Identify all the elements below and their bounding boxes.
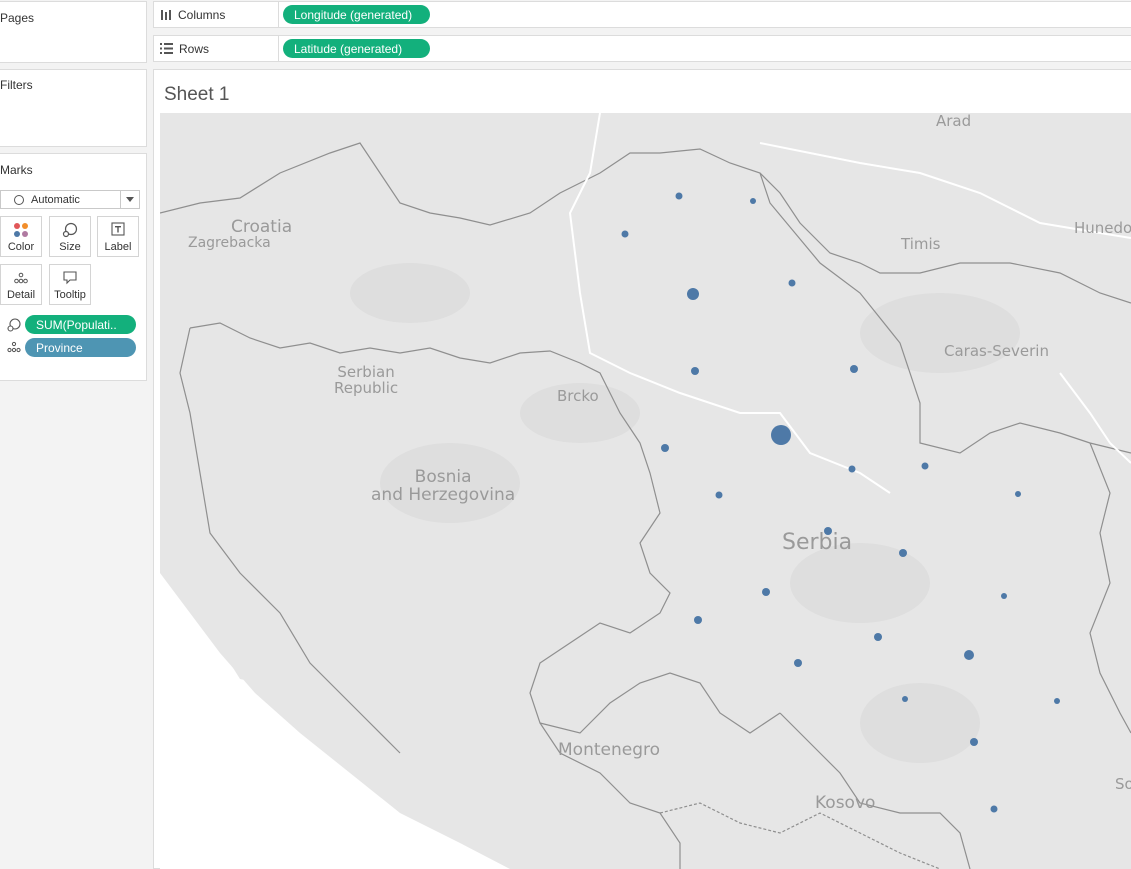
detail-button[interactable]: Detail (0, 264, 42, 305)
color-icon (1, 222, 41, 238)
tooltip-icon (50, 270, 90, 286)
province-mark[interactable] (964, 650, 974, 660)
province-mark[interactable] (715, 491, 723, 499)
tooltip-button[interactable]: Tooltip (49, 264, 91, 305)
detail-field-pill[interactable]: Province (25, 338, 136, 357)
rows-shelf[interactable]: Rows Latitude (generated) (153, 35, 1131, 62)
color-label: Color (7, 241, 35, 253)
size-button[interactable]: Size (49, 216, 91, 257)
rows-shelf-label: Rows (154, 36, 279, 61)
text-label-icon (98, 222, 138, 238)
mark-type-value: Automatic (31, 193, 80, 206)
rows-icon (160, 43, 173, 54)
columns-shelf[interactable]: Columns Longitude (generated) (153, 1, 1131, 28)
size-label: Size (59, 241, 81, 253)
province-mark[interactable] (771, 425, 791, 445)
pages-card[interactable]: Pages (0, 1, 147, 63)
province-mark[interactable] (850, 365, 858, 373)
province-mark[interactable] (762, 588, 770, 596)
province-mark[interactable] (970, 738, 978, 746)
province-mark[interactable] (824, 527, 832, 535)
province-mark[interactable] (661, 444, 669, 452)
columns-icon (161, 9, 171, 20)
pages-title: Pages (0, 11, 35, 25)
province-mark[interactable] (691, 367, 699, 375)
province-mark[interactable] (794, 659, 802, 667)
marks-title: Marks (0, 163, 33, 177)
province-mark[interactable] (750, 198, 756, 204)
sheet-title: Sheet 1 (164, 84, 230, 105)
tooltip-label: Tooltip (54, 289, 86, 301)
map-view[interactable]: Arad Croatia Zagrebacka Timis Hunedo Car… (160, 113, 1131, 869)
columns-shelf-label: Columns (154, 2, 279, 27)
size-field-pill[interactable]: SUM(Populati.. (25, 315, 136, 334)
filters-title: Filters (0, 78, 33, 92)
circle-icon (14, 194, 24, 205)
province-mark[interactable] (675, 192, 683, 200)
filters-card[interactable]: Filters (0, 69, 147, 147)
latitude-pill[interactable]: Latitude (generated) (283, 39, 430, 58)
longitude-pill[interactable]: Longitude (generated) (283, 5, 430, 24)
province-mark[interactable] (848, 465, 856, 473)
province-mark[interactable] (874, 633, 882, 641)
label-label: Label (104, 241, 132, 253)
province-mark[interactable] (921, 462, 929, 470)
detail-label: Detail (6, 289, 36, 301)
province-mark[interactable] (1054, 698, 1060, 704)
size-icon (50, 222, 90, 238)
mark-type-dropdown[interactable]: Automatic (0, 190, 140, 209)
province-mark[interactable] (788, 279, 796, 287)
province-mark[interactable] (1001, 593, 1007, 599)
detail-field-icon (6, 340, 22, 357)
province-mark[interactable] (899, 549, 907, 557)
detail-icon (1, 270, 41, 286)
columns-label-text: Columns (178, 7, 226, 22)
province-mark[interactable] (687, 288, 699, 300)
label-button[interactable]: Label (97, 216, 139, 257)
province-mark[interactable] (990, 805, 998, 813)
size-field-icon (6, 317, 22, 336)
province-mark[interactable] (1015, 491, 1021, 497)
province-mark[interactable] (694, 616, 702, 624)
chevron-down-icon[interactable] (120, 191, 139, 208)
province-mark[interactable] (902, 696, 908, 702)
rows-label-text: Rows (179, 41, 210, 56)
province-mark[interactable] (621, 230, 629, 238)
province-marks (621, 192, 1060, 813)
color-button[interactable]: Color (0, 216, 42, 257)
